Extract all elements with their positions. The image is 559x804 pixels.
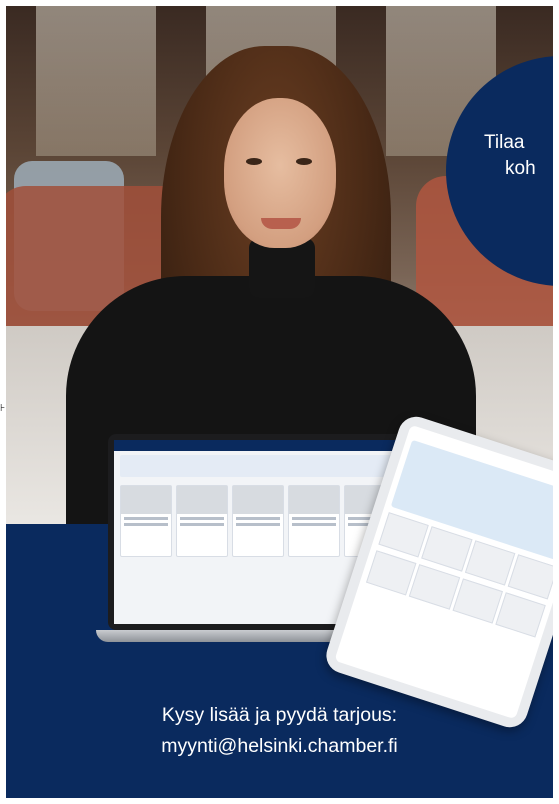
course-card: [176, 485, 228, 557]
background-window: [36, 6, 156, 156]
app-topbar: [114, 440, 402, 451]
callout-text: Tilaa koh: [484, 130, 536, 182]
promo-card: Tilaa koh: [6, 6, 553, 798]
course-card: [288, 485, 340, 557]
callout-line-2: koh: [505, 158, 536, 179]
cta-email[interactable]: myynti@helsinki.chamber.fi: [0, 731, 559, 762]
edge-mark: ⊦: [0, 403, 6, 414]
course-card: [232, 485, 284, 557]
course-card: [120, 485, 172, 557]
callout-line-1: Tilaa: [484, 132, 525, 153]
app-header-block: [120, 455, 396, 477]
woman-eye: [246, 158, 262, 165]
cta-text: Kysy lisää ja pyydä tarjous: myynti@hels…: [0, 700, 559, 762]
woman-mouth: [261, 218, 301, 229]
cta-line: Kysy lisää ja pyydä tarjous:: [161, 704, 398, 726]
woman-eye: [296, 158, 312, 165]
